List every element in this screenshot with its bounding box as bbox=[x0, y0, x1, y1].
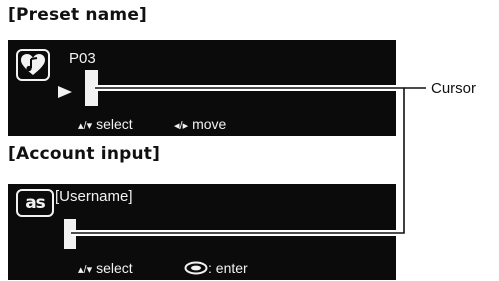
cursor-callout-label: Cursor bbox=[431, 80, 477, 97]
cursor-callout-lines bbox=[71, 85, 426, 236]
